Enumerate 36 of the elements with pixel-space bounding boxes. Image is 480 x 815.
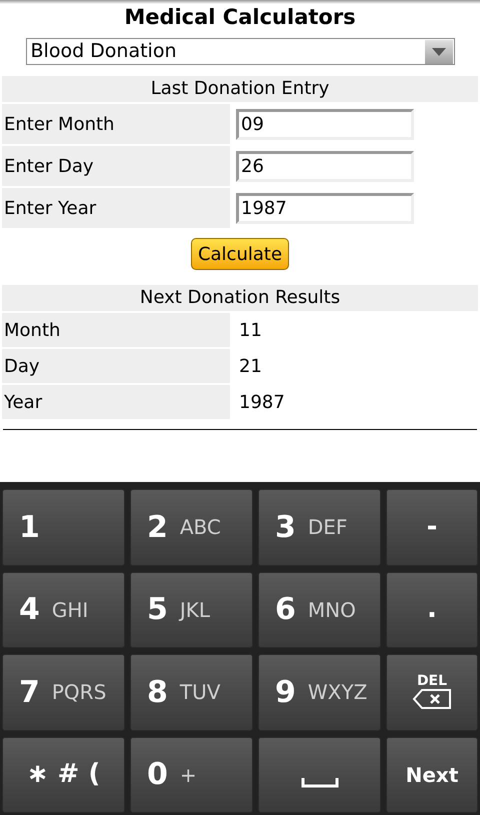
keyboard-key[interactable]: 7 PQRS [2, 654, 125, 730]
keyboard-key[interactable] [258, 736, 381, 813]
field-label: Enter Year [2, 188, 230, 228]
result-value: 21 [238, 354, 262, 378]
keyboard-key[interactable]: 9 WXYZ [258, 654, 381, 730]
result-value: 11 [238, 318, 262, 342]
keyboard-key[interactable]: 0 + [130, 736, 253, 813]
field-label: Enter Month [2, 104, 230, 144]
keyboard-key[interactable]: 6 MNO [258, 572, 381, 648]
dropdown-caret-icon [424, 40, 452, 64]
field-label: Enter Day [2, 146, 230, 186]
next-key[interactable]: Next [386, 736, 478, 813]
keyboard-key[interactable]: 1 [2, 489, 125, 566]
space-icon [300, 778, 338, 788]
result-value: 1987 [238, 390, 285, 414]
calculator-select[interactable]: Blood Donation [26, 38, 454, 65]
calculate-button[interactable]: Calculate [190, 238, 290, 270]
result-label: Month [2, 313, 230, 347]
section-heading: Last Donation Entry [2, 76, 478, 102]
backspace-icon [412, 688, 452, 710]
input-field[interactable]: 09 [236, 108, 414, 140]
page-title: Medical Calculators [123, 6, 357, 28]
keyboard-key[interactable]: 2 ABC [130, 489, 253, 566]
input-field[interactable]: 1987 [236, 192, 414, 224]
result-label: Year [2, 385, 230, 419]
section-heading: Next Donation Results [2, 285, 478, 311]
keyboard-key[interactable]: 3 DEF [258, 489, 381, 566]
result-label: Day [2, 349, 230, 383]
input-field[interactable]: 26 [236, 150, 414, 182]
keyboard-key[interactable]: - [386, 489, 478, 566]
keyboard-key[interactable]: 8 TUV [130, 654, 253, 730]
keyboard-key[interactable]: 5 JKL [130, 572, 253, 648]
keyboard-key[interactable]: . [386, 572, 478, 648]
keyboard-key[interactable]: 4 GHI [2, 572, 125, 648]
delete-key[interactable]: DEL [386, 654, 478, 730]
keyboard-key[interactable]: ∗ # ( [2, 736, 125, 813]
